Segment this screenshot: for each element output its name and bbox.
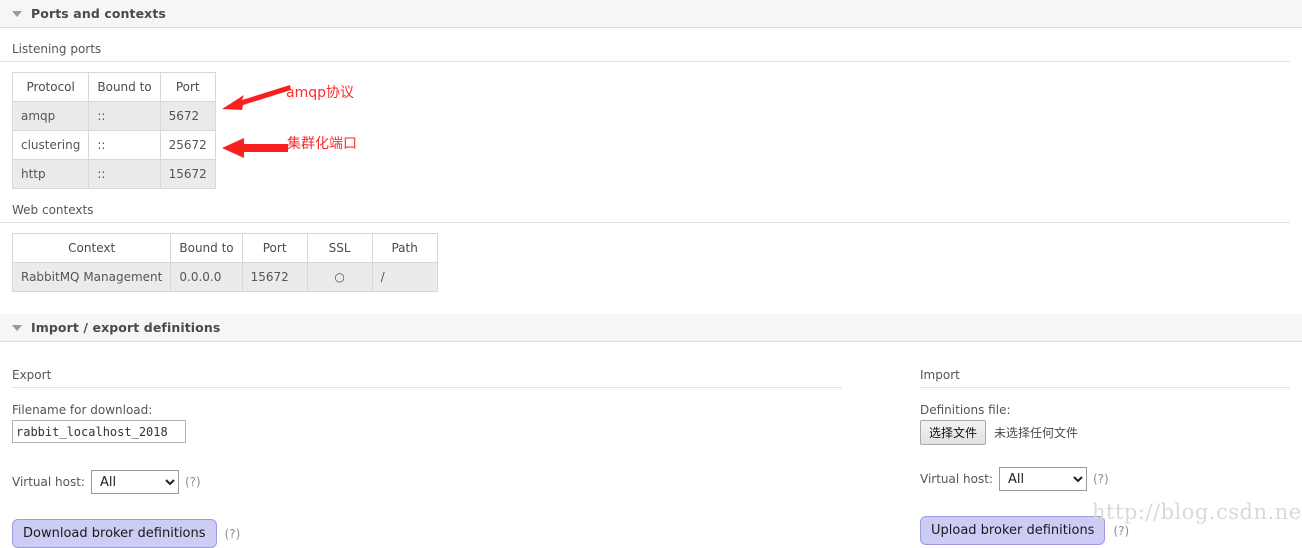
column-header-path: Path: [371, 233, 438, 263]
download-broker-definitions-button[interactable]: Download broker definitions: [12, 519, 217, 548]
table-row: clustering :: 25672: [11, 130, 216, 160]
label-import-virtual-host: Virtual host:: [920, 472, 993, 486]
upload-broker-definitions-button[interactable]: Upload broker definitions: [920, 516, 1106, 545]
definitions-file-input[interactable]: 选择文件 未选择任何文件: [920, 420, 1290, 445]
column-header-bound-to: Bound to: [170, 233, 243, 263]
choose-file-button[interactable]: 选择文件: [920, 420, 987, 445]
table-row: RabbitMQ Management 0.0.0.0 15672 ○ /: [11, 262, 438, 292]
column-header-protocol: Protocol: [11, 72, 90, 102]
table-header-row: Context Bound to Port SSL Path: [11, 233, 438, 263]
section-title-ports-and-contexts: Ports and contexts: [31, 6, 166, 21]
column-header-context: Context: [11, 233, 172, 263]
cell-path: /: [371, 262, 438, 292]
cell-port: 25672: [159, 130, 216, 160]
selected-file-status: 未选择任何文件: [994, 426, 1079, 440]
cell-protocol: clustering: [11, 130, 90, 160]
cell-ssl: ○: [306, 262, 373, 292]
cell-context: RabbitMQ Management: [11, 262, 172, 292]
label-definitions-file: Definitions file:: [920, 403, 1011, 417]
annotation-label-amqp: amqp协议: [286, 85, 354, 101]
section-title-import-export-definitions: Import / export definitions: [31, 320, 221, 335]
column-header-port: Port: [159, 72, 216, 102]
annotation-label-clustering: 集群化端口: [287, 136, 357, 152]
caret-down-icon: [12, 324, 22, 331]
table-header-row: Protocol Bound to Port: [11, 72, 216, 102]
caret-down-icon: [12, 10, 22, 17]
section-header-import-export-definitions[interactable]: Import / export definitions: [0, 314, 1302, 342]
label-filename-for-download: Filename for download:: [12, 403, 153, 417]
column-header-port: Port: [241, 233, 308, 263]
cell-bound-to: 0.0.0.0: [170, 262, 243, 292]
caption-import: Import: [920, 368, 1290, 388]
annotation-arrow-clustering-icon: [222, 138, 288, 158]
annotation-arrow-amqp-icon: [222, 85, 291, 110]
section-header-ports-and-contexts[interactable]: Ports and contexts: [0, 0, 1302, 28]
table-row: http :: 15672: [11, 159, 216, 189]
table-row: amqp :: 5672: [11, 101, 216, 131]
cell-protocol: amqp: [11, 101, 90, 131]
web-contexts-table: Context Bound to Port SSL Path RabbitMQ …: [11, 233, 438, 292]
export-virtual-host-select[interactable]: All: [90, 470, 179, 494]
cell-bound-to: ::: [88, 159, 161, 189]
label-export-virtual-host: Virtual host:: [12, 475, 85, 489]
caption-listening-ports: Listening ports: [0, 28, 1290, 62]
cell-protocol: http: [11, 159, 90, 189]
import-virtual-host-help[interactable]: (?): [1093, 472, 1109, 486]
caption-export: Export: [12, 368, 842, 388]
export-virtual-host-help[interactable]: (?): [185, 475, 201, 489]
filename-for-download-input[interactable]: [12, 420, 186, 443]
upload-broker-definitions-help[interactable]: (?): [1113, 524, 1129, 538]
column-header-bound-to: Bound to: [88, 72, 161, 102]
cell-port: 5672: [159, 101, 216, 131]
import-virtual-host-select[interactable]: All: [998, 467, 1087, 491]
caption-web-contexts: Web contexts: [0, 189, 1290, 223]
download-broker-definitions-help[interactable]: (?): [225, 527, 241, 541]
listening-ports-table: Protocol Bound to Port amqp :: 5672 clus…: [11, 72, 216, 189]
cell-bound-to: ::: [88, 101, 161, 131]
cell-port: 15672: [159, 159, 216, 189]
cell-bound-to: ::: [88, 130, 161, 160]
cell-port: 15672: [241, 262, 308, 292]
column-header-ssl: SSL: [306, 233, 373, 263]
